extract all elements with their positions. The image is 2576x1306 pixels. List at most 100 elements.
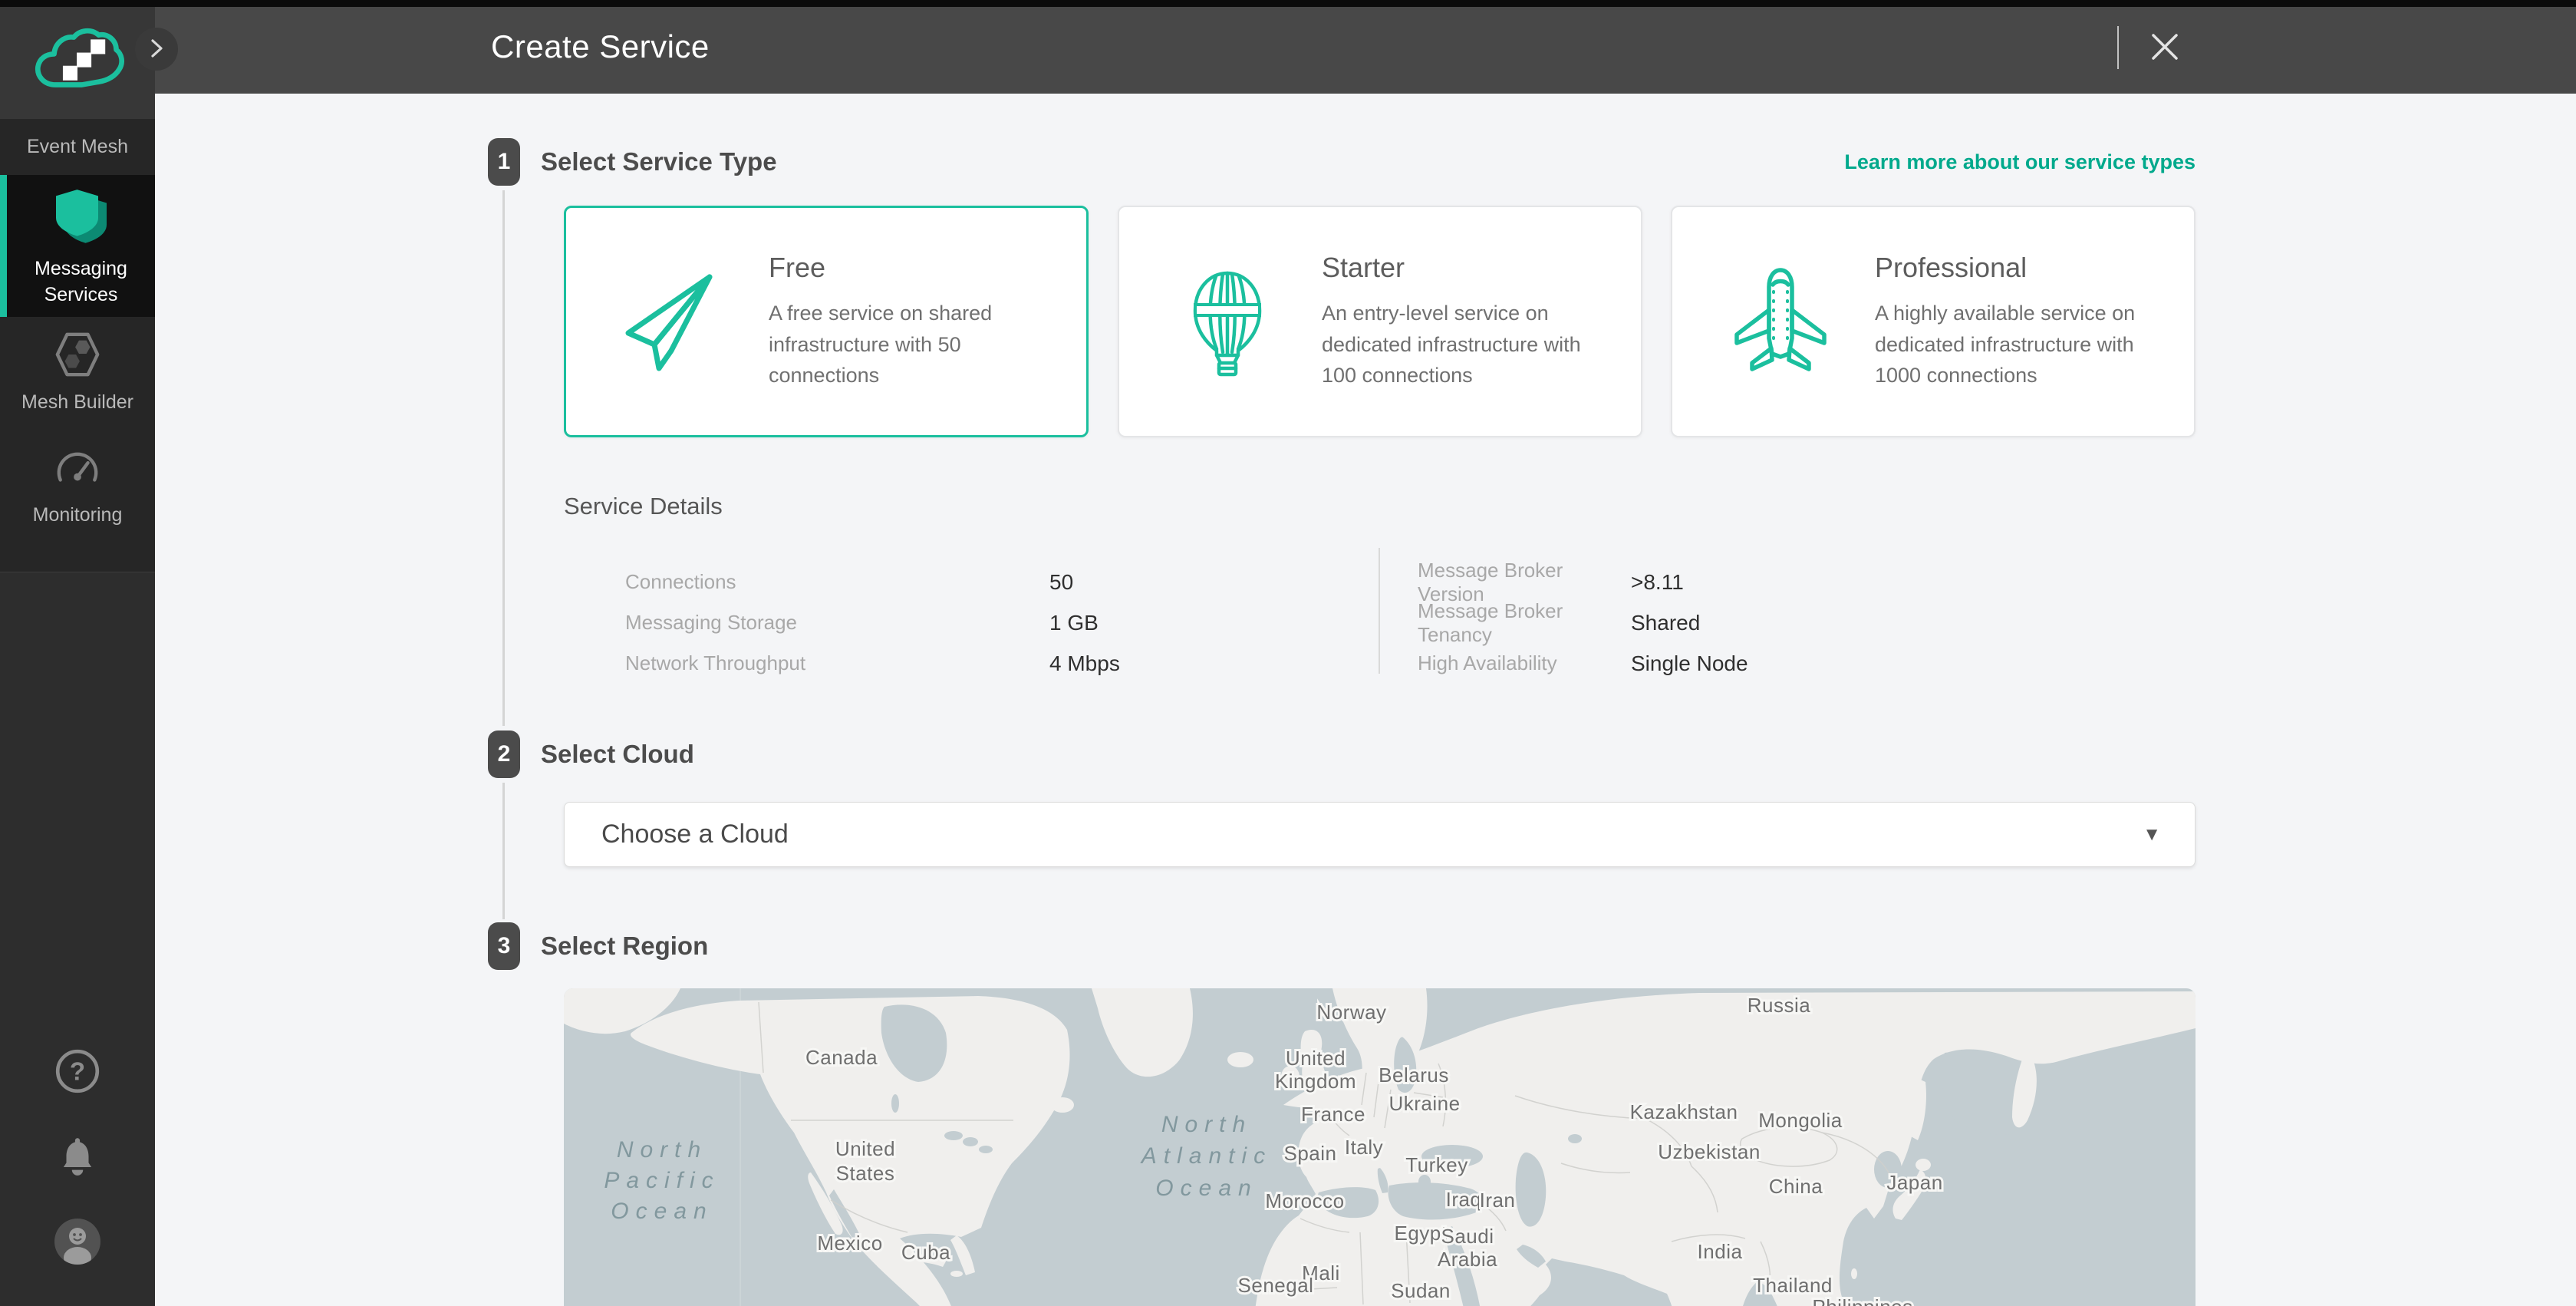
step-number: 3	[498, 933, 511, 959]
sidebar-item-label: Event Mesh	[5, 134, 150, 160]
service-type-card-starter[interactable]: Starter An entry-level service on dedica…	[1118, 206, 1642, 437]
detail-value: >8.11	[1631, 570, 1684, 595]
sidebar-item-mesh-builder[interactable]: Mesh Builder	[0, 317, 155, 430]
map-label-ukraine: Ukraine	[1388, 1092, 1460, 1115]
map-label-spain: Spain	[1284, 1142, 1337, 1165]
step-3-badge: 3	[488, 922, 520, 970]
sidebar-item-monitoring[interactable]: Monitoring	[0, 430, 155, 543]
card-text: Free A free service on shared infrastruc…	[769, 252, 1063, 391]
map-label-united-states: States	[836, 1162, 895, 1185]
app-logo[interactable]	[0, 7, 155, 119]
avatar-icon	[53, 1217, 102, 1268]
map-label-cuba: Cuba	[901, 1241, 950, 1264]
service-details-left-column: Connections 50 Messaging Storage 1 GB Ne…	[625, 562, 1120, 684]
sidebar-item-event-mesh[interactable]: Event Mesh	[0, 119, 155, 175]
ocean-label: Pacific	[604, 1168, 720, 1193]
sidebar-item-label: Mesh Builder	[5, 390, 150, 416]
detail-label: Message Broker Tenancy	[1418, 599, 1631, 647]
service-details-right-column: Message Broker Version >8.11 Message Bro…	[1418, 562, 1748, 684]
map-label-china: China	[1769, 1175, 1823, 1198]
detail-label: Connections	[625, 570, 1049, 594]
map-label-thailand: Thailand	[1753, 1274, 1833, 1297]
sidebar-expand-button[interactable]	[135, 28, 178, 71]
service-type-card-professional[interactable]: Professional A highly available service …	[1671, 206, 2196, 437]
detail-value: Single Node	[1631, 651, 1748, 676]
create-service-screen: Create Service Event Mesh	[0, 0, 2576, 1306]
sidebar-item-label: Messaging Services	[8, 256, 154, 308]
sidebar: Event Mesh Messaging Services Mesh Build…	[0, 0, 155, 1306]
map-label-sudan: Sudan	[1391, 1279, 1451, 1302]
step-3-title: Select Region	[541, 922, 708, 970]
sidebar-item-label: Monitoring	[5, 503, 150, 529]
detail-row: Network Throughput 4 Mbps	[625, 643, 1120, 684]
close-button[interactable]	[2146, 29, 2183, 66]
help-button[interactable]: ?	[0, 1046, 155, 1099]
card-text: Professional A highly available service …	[1875, 252, 2171, 391]
step-connector	[502, 783, 505, 919]
map-label-united-kingdom: Kingdom	[1275, 1070, 1356, 1093]
sidebar-lower-section: ?	[0, 572, 155, 1306]
ocean-label: Atlantic	[1140, 1143, 1272, 1169]
map-label-egypt: Egypt	[1395, 1222, 1448, 1245]
map-label-senegal: Senegal	[1238, 1274, 1314, 1297]
detail-row: High Availability Single Node	[1418, 643, 1748, 684]
detail-label: Messaging Storage	[625, 611, 1049, 635]
map-label-canada: Canada	[805, 1046, 878, 1069]
service-type-description: An entry-level service on dedicated infr…	[1322, 298, 1618, 391]
detail-value: 50	[1049, 570, 1073, 595]
learn-more-link[interactable]: Learn more about our service types	[1844, 138, 2196, 186]
detail-row: Message Broker Version >8.11	[1418, 562, 1748, 602]
map-label-morocco: Morocco	[1265, 1189, 1344, 1212]
map-label-united-states: United	[835, 1137, 895, 1160]
detail-value: 4 Mbps	[1049, 651, 1120, 676]
dialog-header: Create Service	[155, 0, 2576, 94]
service-details-heading: Service Details	[564, 493, 723, 520]
notifications-button[interactable]	[0, 1133, 155, 1179]
help-icon: ?	[52, 1046, 103, 1099]
ocean-label: North	[1161, 1112, 1252, 1137]
service-type-name: Starter	[1322, 252, 1618, 284]
service-type-description: A highly available service on dedicated …	[1875, 298, 2171, 391]
header-divider	[2117, 26, 2119, 69]
gauge-icon	[54, 444, 101, 495]
step-2-badge: 2	[488, 731, 520, 778]
service-type-card-free[interactable]: Free A free service on shared infrastruc…	[564, 206, 1089, 437]
step-2-title: Select Cloud	[541, 731, 694, 778]
step-number: 2	[498, 741, 511, 767]
world-map-svg: North Pacific Ocean North Atlantic Ocean…	[564, 988, 2196, 1306]
map-label-russia: Russia	[1748, 994, 1811, 1017]
bell-icon	[55, 1133, 100, 1179]
details-divider	[1379, 548, 1380, 674]
ocean-label: Ocean	[611, 1199, 713, 1224]
map-label-saudi-arabia: Saudi	[1441, 1225, 1494, 1248]
account-button[interactable]	[0, 1217, 155, 1268]
service-type-description: A free service on shared infrastructure …	[769, 298, 1063, 391]
cloud-select-value: Choose a Cloud	[601, 820, 2143, 849]
paper-plane-icon	[617, 264, 732, 379]
detail-row: Messaging Storage 1 GB	[625, 602, 1120, 643]
card-text: Starter An entry-level service on dedica…	[1322, 252, 1618, 391]
step-number: 1	[498, 149, 511, 175]
dropdown-caret-icon: ▼	[2143, 824, 2161, 846]
map-label-mexico: Mexico	[817, 1232, 882, 1255]
top-strip	[0, 0, 2576, 7]
map-label-italy: Italy	[1345, 1136, 1383, 1159]
map-label-iraq: Iraq	[1446, 1188, 1482, 1211]
map-label-uzbekistan: Uzbekistan	[1658, 1140, 1761, 1163]
map-label-norway: Norway	[1316, 1001, 1386, 1024]
detail-label: Network Throughput	[625, 651, 1049, 675]
region-map[interactable]: North Pacific Ocean North Atlantic Ocean…	[564, 988, 2196, 1306]
map-label-saudi-arabia: Arabia	[1438, 1248, 1497, 1271]
detail-value: 1 GB	[1049, 611, 1099, 635]
map-label-united-kingdom: United	[1286, 1047, 1346, 1070]
map-label-france: France	[1301, 1103, 1365, 1126]
sidebar-item-messaging-services[interactable]: Messaging Services	[0, 175, 155, 317]
map-label-kazakhstan: Kazakhstan	[1630, 1100, 1738, 1123]
map-label-mongolia: Mongolia	[1758, 1109, 1843, 1132]
step-1-title: Select Service Type	[541, 138, 777, 186]
step-1-badge: 1	[488, 138, 520, 186]
close-icon	[2148, 54, 2182, 66]
map-label-japan: Japan	[1886, 1171, 1942, 1194]
service-type-name: Free	[769, 252, 1063, 284]
cloud-select-dropdown[interactable]: Choose a Cloud ▼	[564, 802, 2196, 867]
